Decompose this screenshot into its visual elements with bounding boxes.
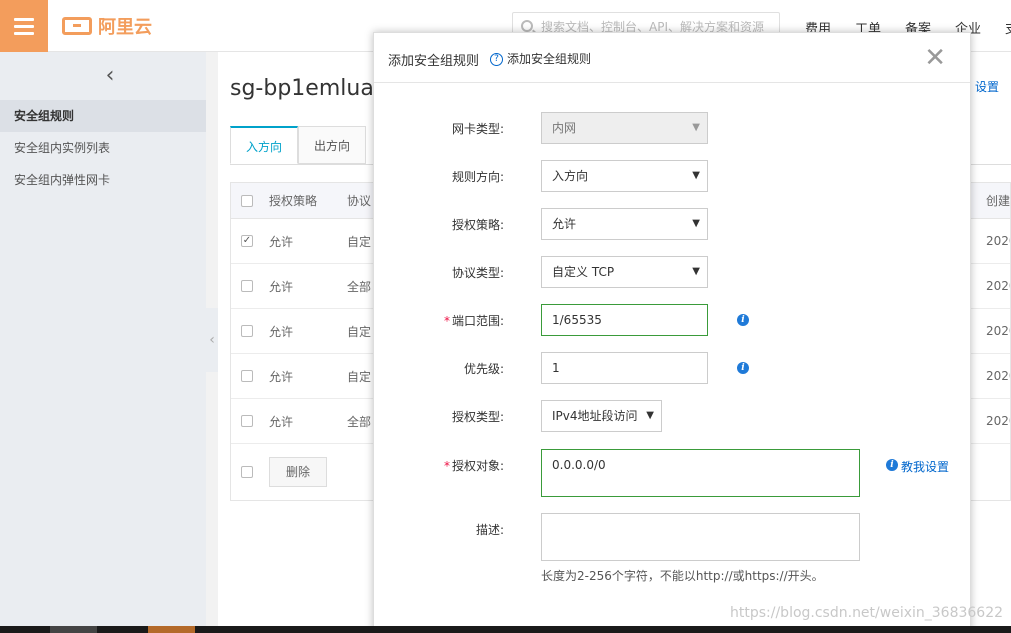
teach-me-link[interactable]: 教我设置 <box>901 458 949 475</box>
logo-text: 阿里云 <box>98 17 152 38</box>
tab-inbound[interactable]: 入方向 <box>230 126 298 164</box>
search-icon <box>521 20 533 32</box>
priority-value: 1 <box>552 361 560 375</box>
description-hint: 长度为2-256个字符，不能以http://或https://开头。 <box>541 569 824 583</box>
policy-select[interactable]: 允许 ▼ <box>541 208 708 240</box>
row-policy: 允许 <box>269 324 294 339</box>
taskbar-item[interactable] <box>148 626 195 633</box>
help-link[interactable]: 添加安全组规则 <box>507 50 591 67</box>
nic-type-label: 网卡类型: <box>451 122 504 136</box>
info-icon: i <box>886 459 898 471</box>
direction-label: 规则方向: <box>451 170 504 184</box>
dialog-header: 添加安全组规则 ? 添加安全组规则 ✕ <box>374 33 970 83</box>
caret-down-icon: ▼ <box>692 122 700 133</box>
info-icon[interactable]: i <box>737 314 749 326</box>
logo-mark-icon <box>62 17 92 35</box>
caret-down-icon: ▼ <box>692 218 700 229</box>
auth-object-value: 0.0.0.0/0 <box>552 458 606 472</box>
row-policy: 允许 <box>269 414 294 429</box>
sidebar-item-rules[interactable]: 安全组规则 <box>0 100 206 132</box>
description-label: 描述: <box>475 523 504 537</box>
row-checkbox[interactable] <box>241 415 253 427</box>
direction-select[interactable]: 入方向 ▼ <box>541 160 708 192</box>
row-time: 2020 <box>986 324 1010 338</box>
row-checkbox[interactable]: ✓ <box>241 235 253 247</box>
row-checkbox[interactable] <box>241 370 253 382</box>
info-icon[interactable]: i <box>737 362 749 374</box>
port-range-input[interactable]: 1/65535 <box>541 304 708 336</box>
nic-type-value: 内网 <box>552 121 577 135</box>
sidebar-item-enis[interactable]: 安全组内弹性网卡 <box>0 164 206 196</box>
sidebar: ‹ 安全组规则 安全组内实例列表 安全组内弹性网卡 <box>0 52 206 633</box>
port-range-value: 1/65535 <box>552 313 602 327</box>
header-time: 创建 <box>986 194 1010 208</box>
port-range-label: * 端口范围: <box>374 312 504 329</box>
sidebar-item-instances[interactable]: 安全组内实例列表 <box>0 132 206 164</box>
delete-button[interactable]: 删除 <box>269 457 327 487</box>
auth-type-select[interactable]: IPv4地址段访问 ▼ <box>541 400 662 432</box>
port-range-label-text: 端口范围: <box>451 314 504 328</box>
protocol-select[interactable]: 自定义 TCP ▼ <box>541 256 708 288</box>
close-icon[interactable]: ✕ <box>924 43 946 73</box>
required-mark: * <box>443 314 450 328</box>
footer-checkbox[interactable] <box>241 466 253 478</box>
settings-link[interactable]: 设置 <box>975 78 999 95</box>
row-policy: 允许 <box>269 234 294 249</box>
caret-down-icon: ▼ <box>646 410 654 421</box>
priority-input[interactable]: 1 <box>541 352 708 384</box>
protocol-value: 自定义 TCP <box>552 265 615 279</box>
row-time: 2020 <box>986 279 1010 293</box>
description-textarea[interactable] <box>541 513 860 561</box>
row-time: 2020 <box>986 369 1010 383</box>
policy-label: 授权策略: <box>451 218 504 232</box>
policy-value: 允许 <box>552 217 577 231</box>
row-time: 2020 <box>986 414 1010 428</box>
auth-object-label-text: 授权对象: <box>451 459 504 473</box>
priority-label: 优先级: <box>463 362 504 376</box>
nav-support[interactable]: 支 <box>1005 18 1011 37</box>
row-time: 2020 <box>986 234 1010 248</box>
page-title: sg-bp1emluaz <box>230 76 386 101</box>
tab-outbound[interactable]: 出方向 <box>298 126 366 164</box>
auth-type-value: IPv4地址段访问 <box>552 409 638 423</box>
row-checkbox[interactable] <box>241 280 253 292</box>
sidebar-collapse-handle[interactable]: ‹ <box>206 308 218 372</box>
auth-type-label: 授权类型: <box>451 410 504 424</box>
caret-down-icon: ▼ <box>692 170 700 181</box>
aliyun-logo[interactable]: 阿里云 <box>62 14 152 38</box>
taskbar <box>0 626 1011 633</box>
dialog-title: 添加安全组规则 <box>388 54 480 69</box>
row-policy: 允许 <box>269 279 294 294</box>
row-checkbox[interactable] <box>241 325 253 337</box>
direction-tabs: 入方向 出方向 <box>230 126 366 164</box>
row-policy: 允许 <box>269 369 294 384</box>
menu-icon[interactable] <box>0 0 48 52</box>
taskbar-item[interactable] <box>50 626 97 633</box>
help-icon[interactable]: ? <box>490 53 503 66</box>
auth-object-label: * 授权对象: <box>374 457 504 474</box>
select-all-checkbox[interactable] <box>241 194 253 207</box>
header-policy: 授权策略 <box>269 194 318 208</box>
caret-down-icon: ▼ <box>692 266 700 277</box>
nic-type-select: 内网 ▼ <box>541 112 708 144</box>
auth-object-textarea[interactable]: 0.0.0.0/0 <box>541 449 860 497</box>
watermark: https://blog.csdn.net/weixin_36836622 <box>730 605 1004 621</box>
chevron-left-icon[interactable]: ‹ <box>100 65 120 87</box>
protocol-label: 协议类型: <box>451 266 504 280</box>
add-rule-dialog: 添加安全组规则 ? 添加安全组规则 ✕ 网卡类型: 内网 ▼ 规则方向: 入方向… <box>373 32 971 633</box>
required-mark: * <box>443 459 450 473</box>
direction-value: 入方向 <box>552 169 589 183</box>
